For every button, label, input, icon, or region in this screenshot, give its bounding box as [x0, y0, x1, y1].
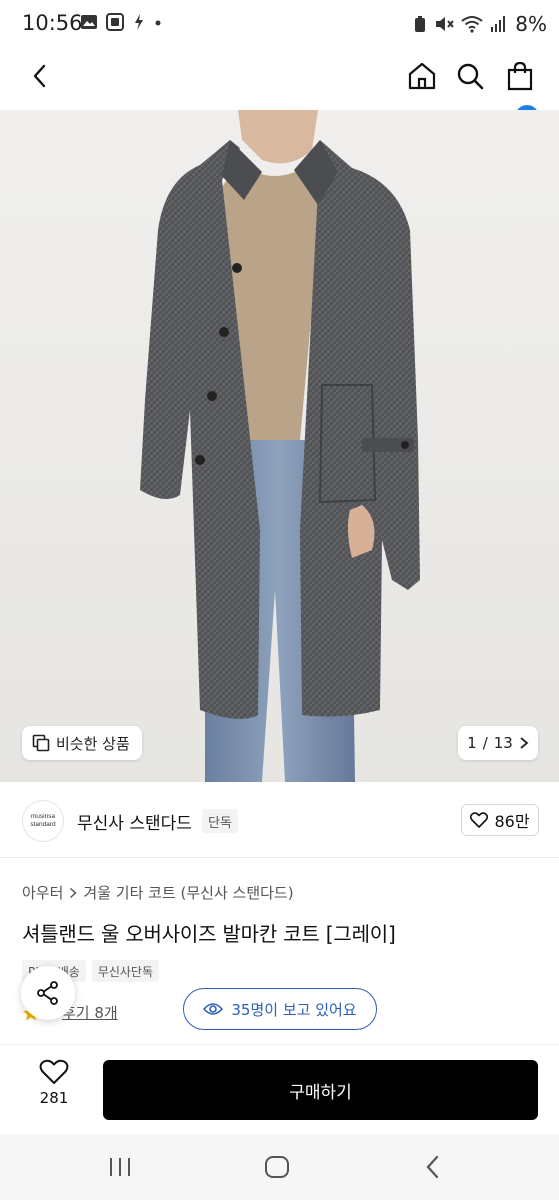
mute-icon	[436, 17, 455, 31]
home-button[interactable]	[404, 58, 440, 94]
share-icon	[37, 981, 58, 1005]
product-title: 셔틀랜드 울 오버사이즈 발마칸 코트 [그레이]	[22, 922, 396, 946]
app-notification-icon	[106, 13, 124, 31]
brand-row: musinsa standard 무신사 스탠다드 단독 86만	[0, 782, 559, 858]
breadcrumb-item[interactable]: 아우터	[22, 882, 63, 903]
category-breadcrumb: 아우터 겨울 기타 코트 (무신사 스탠다드)	[22, 882, 294, 903]
exclusive-badge: 단독	[202, 809, 238, 833]
pager-separator: /	[482, 734, 488, 752]
live-viewers-text: 35명이 보고 있어요	[231, 1000, 357, 1019]
wishlist-button[interactable]: 281	[22, 1059, 86, 1119]
similar-products-button[interactable]: 비슷한 상품	[22, 726, 142, 760]
battery-saver-icon	[415, 16, 426, 32]
recent-apps-icon	[110, 1158, 130, 1176]
brand-name-link[interactable]: 무신사 스탠다드	[77, 809, 192, 834]
chevron-right-icon	[520, 737, 529, 749]
chevron-right-icon	[70, 887, 78, 898]
brand-like-count: 86만	[494, 812, 530, 831]
product-photo	[0, 110, 559, 782]
system-home-button[interactable]	[264, 1155, 290, 1183]
more-dot-icon	[155, 20, 161, 26]
top-navigation: 6	[0, 50, 559, 129]
search-button[interactable]	[452, 58, 488, 94]
brand-logo-line2: standard	[30, 821, 56, 828]
brand-logo-line1: musinsa	[30, 813, 56, 820]
wifi-icon	[461, 16, 483, 33]
pager-current: 1	[467, 734, 477, 752]
image-pager[interactable]: 1 / 13	[458, 726, 538, 760]
back-button[interactable]	[22, 58, 58, 94]
home-icon	[408, 62, 436, 90]
status-bar: 10:56 8%	[0, 0, 559, 50]
signal-icon	[491, 16, 506, 32]
brand-logo[interactable]: musinsa standard	[22, 800, 64, 842]
battery-level: 8%	[515, 12, 547, 36]
eye-icon	[203, 1003, 224, 1015]
live-viewers-badge[interactable]: 35명이 보고 있어요	[183, 988, 377, 1030]
product-image-gallery[interactable]: 비슷한 상품 1 / 13	[0, 110, 559, 782]
status-time: 10:56	[22, 11, 83, 35]
heart-icon	[39, 1059, 69, 1084]
similar-products-label: 비슷한 상품	[56, 734, 130, 753]
heart-icon	[470, 812, 489, 828]
android-navigation-bar	[0, 1134, 559, 1200]
bolt-notification-icon	[135, 14, 143, 30]
wishlist-count: 281	[39, 1089, 69, 1107]
search-icon	[457, 63, 484, 90]
back-icon	[33, 64, 46, 88]
system-back-icon	[426, 1155, 439, 1179]
recent-apps-button[interactable]	[108, 1156, 132, 1182]
copy-icon	[32, 734, 50, 752]
product-tag: 무신사단독	[91, 960, 160, 982]
system-back-button[interactable]	[424, 1155, 442, 1183]
brand-like-button[interactable]: 86만	[461, 804, 539, 836]
home-circle-icon	[265, 1156, 289, 1178]
cart-icon	[507, 61, 533, 91]
breadcrumb-item[interactable]: 겨울 기타 코트 (무신사 스탠다드)	[83, 882, 293, 903]
buy-button[interactable]: 구매하기	[103, 1060, 538, 1120]
purchase-bar: 281 구매하기	[0, 1044, 559, 1134]
pager-total: 13	[493, 734, 513, 752]
share-button[interactable]	[21, 966, 75, 1020]
status-notification-icons	[80, 13, 162, 31]
status-system-icons: 8%	[413, 12, 547, 36]
cart-button[interactable]	[502, 58, 538, 94]
gallery-notification-icon	[81, 15, 97, 29]
